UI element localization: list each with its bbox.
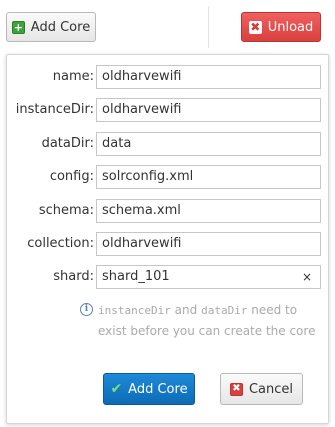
form-row-shard: shard: shard_101 × <box>7 265 330 289</box>
shard-field[interactable]: shard_101 × <box>96 265 321 289</box>
check-icon: ✔ <box>110 381 123 397</box>
schema-label: schema: <box>38 203 94 218</box>
toolbar-divider <box>208 6 209 48</box>
info-text: instanceDir and dataDir need to exist be… <box>85 300 325 341</box>
add-core-button[interactable]: + Add Core <box>6 12 96 42</box>
info-note: i instanceDir and dataDir need to exist … <box>80 300 325 341</box>
clear-icon[interactable]: × <box>302 266 312 288</box>
form-row-instance-dir: instanceDir: oldharvewifi <box>7 98 330 122</box>
form-row-schema: schema: schema.xml <box>7 199 330 223</box>
cancel-label: Cancel <box>248 381 294 397</box>
name-field[interactable]: oldharvewifi <box>96 65 321 89</box>
unload-label: Unload <box>267 19 314 35</box>
cancel-button[interactable]: ✖ Cancel <box>220 373 303 405</box>
shard-value: shard_101 <box>102 269 170 284</box>
core-toolbar: + Add Core ✖ Unload <box>0 0 335 52</box>
info-code-instance-dir: instanceDir <box>98 304 171 317</box>
info-text-and: and <box>170 303 202 317</box>
form-row-data-dir: dataDir: data <box>7 132 330 156</box>
collection-label: collection: <box>27 236 94 251</box>
info-icon: i <box>80 303 93 316</box>
instance-dir-field[interactable]: oldharvewifi <box>96 98 321 122</box>
submit-add-core-button[interactable]: ✔ Add Core <box>103 373 195 405</box>
info-code-data-dir: dataDir <box>201 304 248 317</box>
config-field[interactable]: solrconfig.xml <box>96 165 321 189</box>
form-row-name: name: oldharvewifi <box>7 65 330 89</box>
add-core-label: Add Core <box>30 19 91 35</box>
data-dir-field[interactable]: data <box>96 132 321 156</box>
add-core-dialog: name: oldharvewifi instanceDir: oldharve… <box>6 54 329 424</box>
shard-label: shard: <box>53 269 94 284</box>
close-icon: ✖ <box>229 382 243 396</box>
collection-field[interactable]: oldharvewifi <box>96 232 321 256</box>
instance-dir-label: instanceDir: <box>15 102 94 117</box>
name-label: name: <box>52 69 94 84</box>
form-row-collection: collection: oldharvewifi <box>7 232 330 256</box>
data-dir-label: dataDir: <box>41 136 94 151</box>
schema-field[interactable]: schema.xml <box>96 199 321 223</box>
close-icon: ✖ <box>248 20 262 34</box>
config-label: config: <box>49 169 94 184</box>
plus-icon: + <box>11 20 25 34</box>
unload-button[interactable]: ✖ Unload <box>241 12 321 42</box>
form-row-config: config: solrconfig.xml <box>7 165 330 189</box>
submit-add-core-label: Add Core <box>128 381 188 397</box>
